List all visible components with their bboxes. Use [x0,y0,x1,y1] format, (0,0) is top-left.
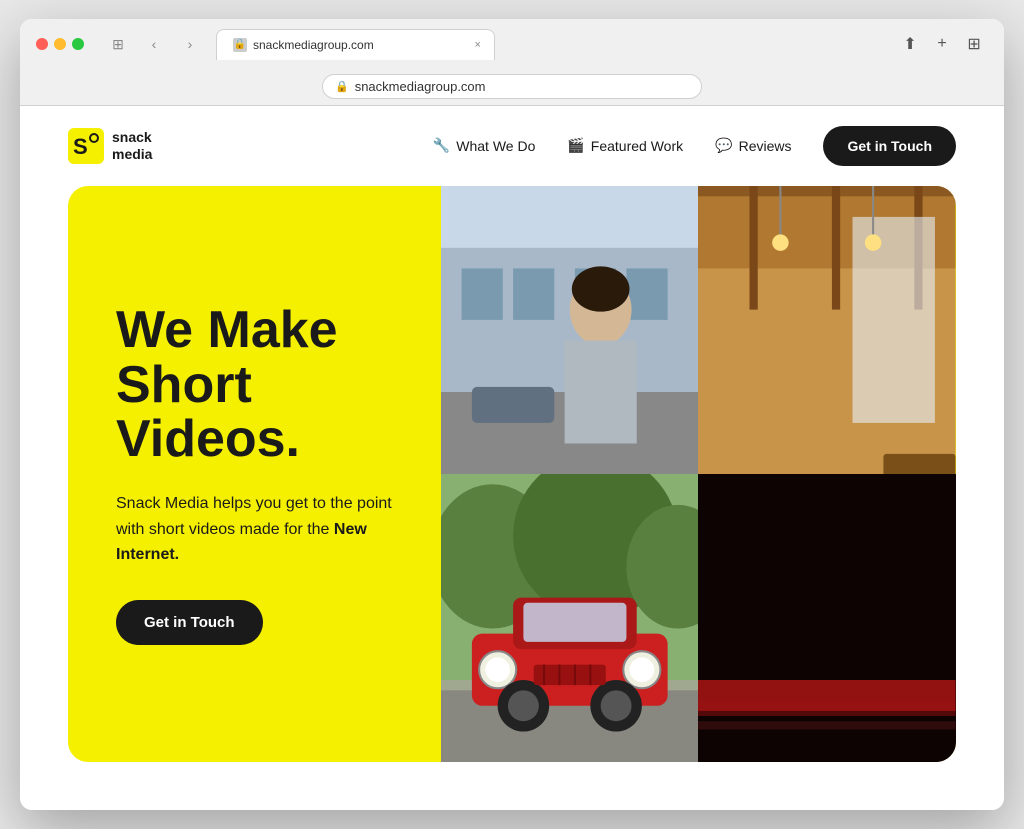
browser-window: ⊞ ‹ › 🔒 snackmediagroup.com × ⬆ + ⊞ [20,19,1004,811]
hero-image-car [441,474,699,762]
hero-title: We Make Short Videos. [116,303,393,467]
tab-grid-button[interactable]: ⊞ [960,30,988,58]
hero-left-content: We Make Short Videos. Snack Media helps … [68,186,441,763]
nav-reviews-label: Reviews [739,138,792,154]
hero-images-grid [441,186,956,763]
url-text: snackmediagroup.com [355,79,689,94]
sidebar-toggle-button[interactable]: ⊞ [104,30,132,58]
tab-title: snackmediagroup.com [253,38,374,52]
tab-favicon: 🔒 [233,38,247,52]
new-tab-button[interactable]: + [928,30,956,58]
browser-nav-buttons: ⊞ ‹ › [104,30,204,58]
nav-what-we-do[interactable]: 🔧 What We Do [433,137,536,154]
browser-chrome: ⊞ ‹ › 🔒 snackmediagroup.com × ⬆ + ⊞ [20,19,1004,106]
chat-icon: 💬 [715,137,732,154]
car-image [441,474,699,762]
hero-section: We Make Short Videos. Snack Media helps … [20,186,1004,811]
tab-close-button[interactable]: × [470,37,486,53]
lock-icon: 🔒 [335,80,349,93]
maximize-traffic-light[interactable] [72,38,84,50]
address-bar[interactable]: 🔒 snackmediagroup.com [322,74,702,99]
hero-get-in-touch-button[interactable]: Get in Touch [116,600,263,645]
website-content: S snack media 🔧 What We Do 🎬 Featured [20,106,1004,811]
hero-container: We Make Short Videos. Snack Media helps … [68,186,956,763]
person-image [441,186,699,474]
nav-get-in-touch-button[interactable]: Get in Touch [823,126,956,166]
site-navigation: S snack media 🔧 What We Do 🎬 Featured [20,106,1004,186]
hero-image-dark [698,474,956,762]
hero-subtitle: Snack Media helps you get to the point w… [116,491,393,568]
close-traffic-light[interactable] [36,38,48,50]
back-button[interactable]: ‹ [140,30,168,58]
minimize-traffic-light[interactable] [54,38,66,50]
film-icon: 🎬 [567,137,584,154]
logo-text: snack media [112,129,152,163]
nav-what-we-do-label: What We Do [456,138,535,154]
hero-image-person [441,186,699,474]
forward-button[interactable]: › [176,30,204,58]
nav-featured-work[interactable]: 🎬 Featured Work [567,137,683,154]
wrench-icon: 🔧 [433,137,450,154]
svg-text:S: S [73,134,88,159]
dark-image [698,474,956,762]
nav-reviews[interactable]: 💬 Reviews [715,137,791,154]
nav-links: 🔧 What We Do 🎬 Featured Work 💬 Reviews G… [433,126,956,166]
logo-icon: S [68,128,104,164]
share-button[interactable]: ⬆ [896,30,924,58]
titlebar: ⊞ ‹ › 🔒 snackmediagroup.com × ⬆ + ⊞ [36,29,988,60]
address-bar-row: 🔒 snackmediagroup.com [36,68,988,105]
nav-featured-work-label: Featured Work [591,138,683,154]
browser-tabs: 🔒 snackmediagroup.com × [216,29,495,60]
logo[interactable]: S snack media [68,128,152,164]
browser-action-buttons: ⬆ + ⊞ [753,30,988,58]
traffic-lights [36,38,84,50]
active-tab[interactable]: 🔒 snackmediagroup.com × [216,29,495,60]
